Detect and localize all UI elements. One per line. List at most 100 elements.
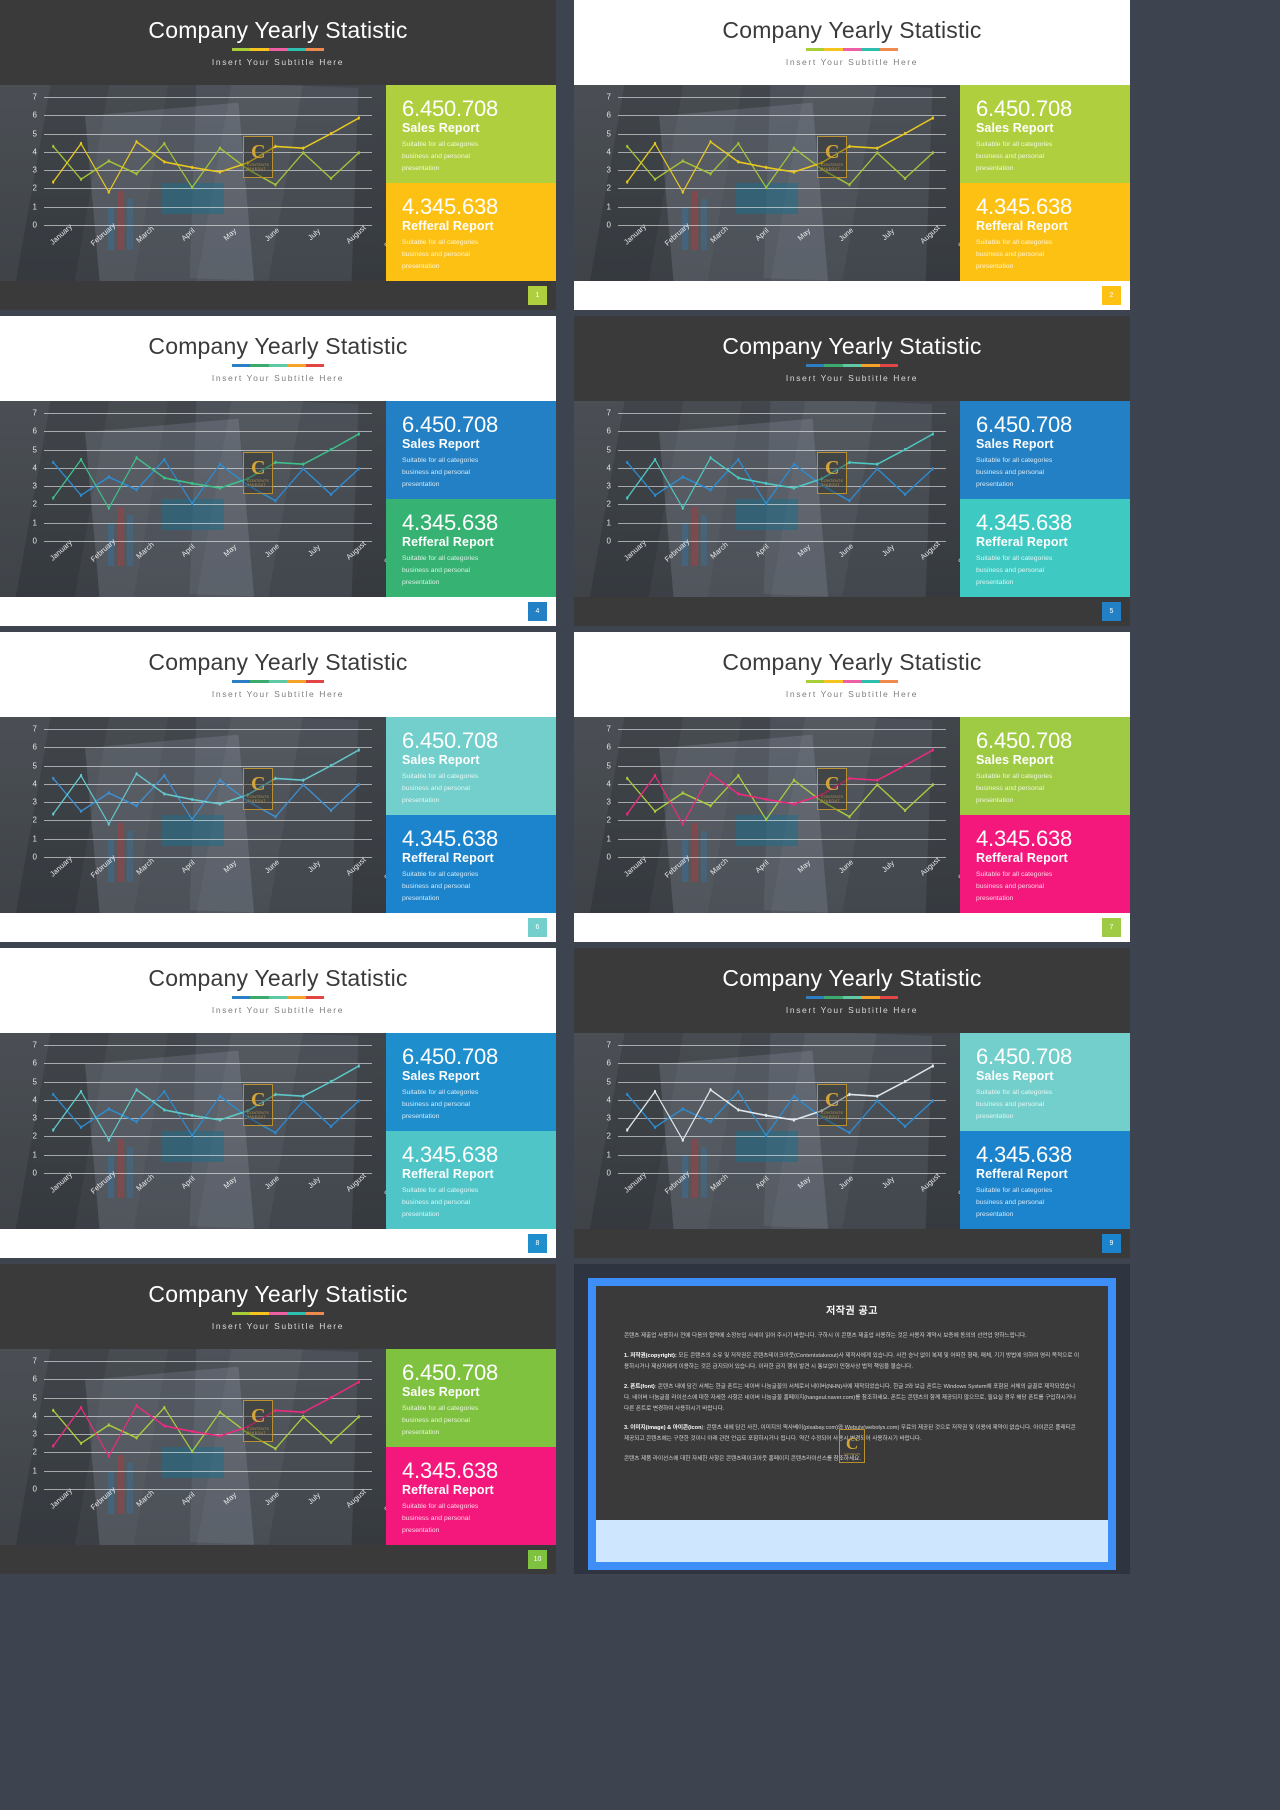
chart-lines [52, 1064, 360, 1142]
page-subtitle: Insert Your Subtitle Here [211, 689, 345, 700]
stat-panel-refferal[interactable]: 4.345.638 Refferal Report Suitable for a… [386, 183, 556, 281]
panel-description: Suitable for all categories business and … [402, 1089, 479, 1120]
stat-label: Refferal Report [402, 1483, 494, 1498]
page-number-badge[interactable]: 9 [1102, 1234, 1121, 1253]
x-axis: January February March April May June July Augu… [44, 219, 386, 279]
page-number-badge[interactable]: 10 [528, 1550, 547, 1569]
y-axis-tick: 7 [606, 724, 611, 734]
stat-panel-sales[interactable]: 6.450.708 Sales Report Suitable for all … [386, 1349, 556, 1447]
y-axis-tick: 0 [32, 536, 37, 546]
grid-line: 0 [607, 1169, 946, 1178]
slide[interactable]: Company Yearly Statistic Insert Your Sub… [0, 316, 556, 626]
slide-footer: 4 [0, 597, 556, 626]
y-axis-tick: 5 [32, 1077, 37, 1087]
panel-description: Suitable for all categories business and … [402, 773, 479, 804]
stat-value: 6.450.708 [976, 412, 1073, 437]
rule-segment [842, 680, 862, 684]
stat-label: Sales Report [976, 753, 1054, 768]
rule-segment [250, 1312, 269, 1316]
slide[interactable]: Company Yearly Statistic Insert Your Sub… [0, 1264, 556, 1574]
slide[interactable]: Company Yearly Statistic Insert Your Sub… [0, 632, 556, 942]
y-axis-tick: 4 [606, 463, 611, 473]
page-title: Company Yearly Statistic [722, 332, 982, 359]
stat-panel-refferal[interactable]: 4.345.638 Refferal Report Suitable for a… [386, 815, 556, 913]
panel-description: Suitable for all categories business and … [976, 457, 1053, 488]
y-axis-tick: 1 [32, 834, 37, 844]
slide[interactable]: Company Yearly Statistic Insert Your Sub… [0, 948, 556, 1258]
slide-footer: 6 [0, 913, 556, 942]
y-axis-tick: 7 [606, 408, 611, 418]
panel-description: Suitable for all categories business and … [402, 555, 479, 586]
y-axis-tick: 5 [32, 129, 37, 139]
copyright-slide[interactable]: 저작권 공고 콘텐츠 제출업 사용하시 전에 다음의 협약에 소정능입 사세이 … [574, 1264, 1130, 1574]
stat-panel-refferal[interactable]: 4.345.638 Refferal Report Suitable for a… [960, 499, 1130, 597]
stat-panel-sales[interactable]: 6.450.708 Sales Report Suitable for all … [960, 401, 1130, 499]
stat-value: 4.345.638 [976, 1142, 1073, 1167]
stat-label: Sales Report [402, 437, 480, 452]
logo-caption: CONTENTS TAKEOUT [247, 162, 270, 171]
stat-panel-sales[interactable]: 6.450.708 Sales Report Suitable for all … [386, 1033, 556, 1131]
stat-panel-sales[interactable]: 6.450.708 Sales Report Suitable for all … [386, 401, 556, 499]
plot-area: 7 6 5 4 3 2 1 0 [33, 93, 372, 230]
page-number-badge[interactable]: 1 [528, 286, 547, 305]
panel-description: Suitable for all categories business and … [402, 1405, 479, 1436]
x-axis: January February March April May June July Augu… [44, 1483, 386, 1543]
chart-lines [626, 1064, 934, 1142]
slide[interactable]: Company Yearly Statistic Insert Your Sub… [574, 948, 1130, 1258]
page-number-badge[interactable]: 8 [528, 1234, 547, 1253]
stat-panel-refferal[interactable]: 4.345.638 Refferal Report Suitable for a… [386, 499, 556, 597]
slide[interactable]: Company Yearly Statistic Insert Your Sub… [574, 0, 1130, 310]
stat-panel-sales[interactable]: 6.450.708 Sales Report Suitable for all … [960, 717, 1130, 815]
stat-panel-refferal[interactable]: 4.345.638 Refferal Report Suitable for a… [960, 1131, 1130, 1229]
rule-segment [824, 680, 843, 684]
rule-segment [806, 364, 825, 368]
y-axis-tick: 4 [606, 779, 611, 789]
grid-line: 0 [607, 537, 946, 546]
stat-panel-sales[interactable]: 6.450.708 Sales Report Suitable for all … [960, 85, 1130, 183]
y-axis-tick: 7 [606, 92, 611, 102]
slide[interactable]: Company Yearly Statistic Insert Your Sub… [574, 632, 1130, 942]
stat-value: 4.345.638 [976, 194, 1073, 219]
y-axis-tick: 6 [32, 426, 37, 436]
stat-panel-refferal[interactable]: 4.345.638 Refferal Report Suitable for a… [386, 1447, 556, 1545]
stat-label: Refferal Report [976, 851, 1068, 866]
title-rule [232, 680, 325, 684]
slide[interactable]: Company Yearly Statistic Insert Your Sub… [0, 0, 556, 310]
page-number-badge[interactable]: 6 [528, 918, 547, 937]
page-title: Company Yearly Statistic [148, 964, 408, 991]
title-rule [806, 680, 899, 684]
grid-line: 0 [33, 1485, 372, 1494]
stat-value: 4.345.638 [402, 1142, 499, 1167]
page-number-badge[interactable]: 2 [1102, 286, 1121, 305]
stat-panels: 6.450.708 Sales Report Suitable for all … [386, 85, 556, 281]
y-axis-tick: 4 [32, 463, 37, 473]
stat-panel-refferal[interactable]: 4.345.638 Refferal Report Suitable for a… [960, 815, 1130, 913]
chart-lines [52, 116, 360, 194]
stat-panel-sales[interactable]: 6.450.708 Sales Report Suitable for all … [960, 1033, 1130, 1131]
rule-segment [305, 996, 325, 1000]
page-number-badge[interactable]: 5 [1102, 602, 1121, 621]
page-number-badge[interactable]: 4 [528, 602, 547, 621]
y-axis-tick: 3 [32, 797, 37, 807]
logo-caption: CONTENTS TAKEOUT [821, 478, 844, 487]
stat-label: Sales Report [976, 1069, 1054, 1084]
slide[interactable]: Company Yearly Statistic Insert Your Sub… [574, 316, 1130, 626]
logo-caption: CONTENTS TAKEOUT [821, 794, 844, 803]
stat-panel-sales[interactable]: 6.450.708 Sales Report Suitable for all … [386, 717, 556, 815]
stat-panel-refferal[interactable]: 4.345.638 Refferal Report Suitable for a… [386, 1131, 556, 1229]
panel-description: Suitable for all categories business and … [976, 773, 1053, 804]
y-axis-tick: 1 [32, 1150, 37, 1160]
stat-label: Refferal Report [402, 535, 494, 550]
stat-panel-sales[interactable]: 6.450.708 Sales Report Suitable for all … [386, 85, 556, 183]
panel-description: Suitable for all categories business and … [402, 457, 479, 488]
stat-panel-refferal[interactable]: 4.345.638 Refferal Report Suitable for a… [960, 183, 1130, 281]
y-axis-tick: 6 [32, 742, 37, 752]
line-chart: 7 6 5 4 3 2 1 0 January February March A… [0, 1033, 386, 1229]
logo-letter: C [845, 1433, 859, 1453]
page-number-badge[interactable]: 7 [1102, 918, 1121, 937]
rule-segment [842, 48, 862, 52]
y-axis-tick: 1 [606, 518, 611, 528]
page-title: Company Yearly Statistic [722, 648, 982, 675]
grid-line: 0 [33, 221, 372, 230]
rule-segment [232, 996, 251, 1000]
